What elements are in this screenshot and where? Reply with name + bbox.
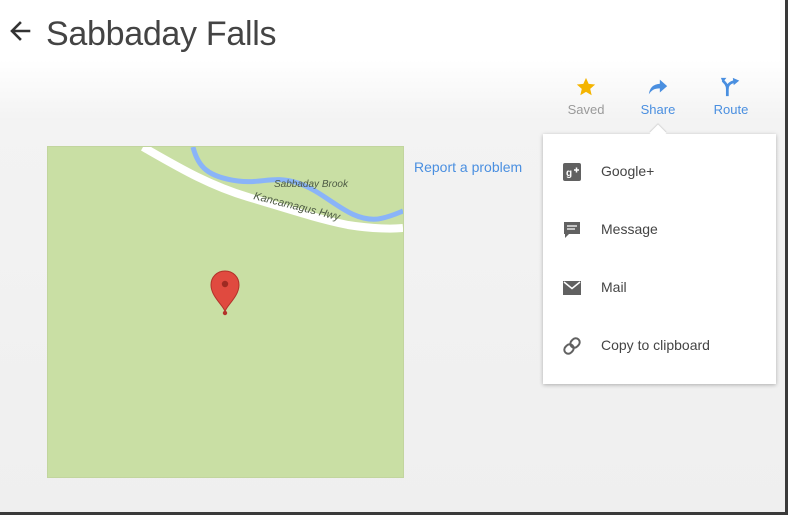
menu-item-label: Copy to clipboard (601, 337, 710, 353)
share-label: Share (640, 102, 676, 117)
share-menu-item-copy[interactable]: Copy to clipboard (543, 326, 776, 366)
share-menu-item-mail[interactable]: Mail (543, 268, 776, 308)
map-pin-icon[interactable] (210, 270, 240, 316)
report-problem-link[interactable]: Report a problem (414, 159, 522, 175)
menu-item-label: Mail (601, 279, 627, 295)
header: Sabbaday Falls (0, 0, 780, 60)
place-page: Sabbaday Falls Saved Share Route Sabbada… (0, 0, 788, 515)
share-menu-item-message[interactable]: Message (543, 210, 776, 250)
share-menu: g Google+ Message Mail Copy to clipboard (543, 134, 776, 384)
place-title: Sabbaday Falls (46, 15, 277, 53)
saved-label: Saved (567, 102, 605, 117)
share-button[interactable]: Share (628, 76, 688, 117)
menu-item-label: Message (601, 221, 658, 237)
route-label: Route (713, 102, 749, 117)
svg-text:g: g (566, 168, 572, 179)
menu-item-label: Google+ (601, 163, 655, 179)
star-icon (576, 77, 596, 96)
link-icon (563, 337, 581, 355)
google-plus-icon: g (563, 163, 581, 181)
route-button[interactable]: Route (701, 76, 761, 117)
mail-icon (563, 281, 581, 295)
road-label: Kancamagus Hwy (252, 190, 342, 223)
back-arrow-icon[interactable] (9, 20, 31, 42)
share-arrow-icon (648, 79, 668, 95)
water-label: Sabbaday Brook (274, 179, 349, 190)
route-icon (720, 77, 740, 97)
saved-button[interactable]: Saved (556, 76, 616, 117)
share-menu-item-google-plus[interactable]: g Google+ (543, 152, 776, 192)
map-view[interactable]: Sabbaday Brook Kancamagus Hwy (47, 146, 404, 478)
message-icon (564, 222, 580, 238)
